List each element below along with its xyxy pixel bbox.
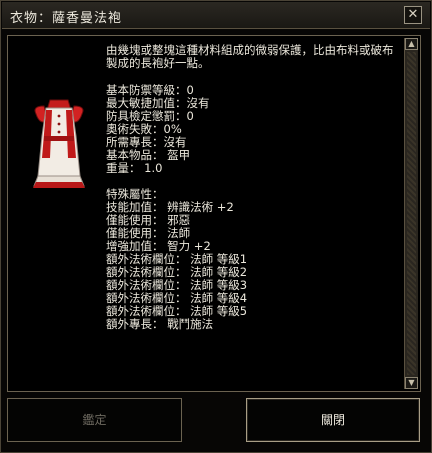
scroll-down-arrow-icon[interactable]: ▼ [405, 377, 418, 389]
item-description-text: 由幾塊或整塊這種材料組成的微弱保護，比由布料或破布製成的長袍好一點。 基本防禦等… [106, 44, 398, 331]
scroll-up-arrow-icon[interactable]: ▲ [405, 38, 418, 50]
identify-button[interactable]: 鑑定 [7, 398, 182, 442]
property-line: 額外專長： 戰鬥施法 [106, 317, 214, 331]
item-flavor-text: 由幾塊或整塊這種材料組成的微弱保護，比由布料或破布製成的長袍好一點。 [106, 43, 394, 70]
vertical-scrollbar[interactable]: ▲ ▼ [404, 38, 418, 389]
close-button[interactable]: 關閉 [246, 398, 420, 442]
title-bar: 衣物：薩香曼法袍 ✕ [2, 2, 430, 29]
scroll-track[interactable] [407, 52, 416, 375]
stat-weight: 重量： 1.0 [106, 161, 163, 175]
item-examine-window: 衣物：薩香曼法袍 ✕ 由幾塊或整塊這種材料組成的微弱保護，比由布料或破布製成的長… [0, 0, 432, 453]
close-icon[interactable]: ✕ [404, 6, 422, 24]
robe-icon [33, 99, 85, 188]
item-details-panel: 由幾塊或整塊這種材料組成的微弱保護，比由布料或破布製成的長袍好一點。 基本防禦等… [7, 35, 421, 392]
window-title: 衣物：薩香曼法袍 [10, 11, 123, 26]
